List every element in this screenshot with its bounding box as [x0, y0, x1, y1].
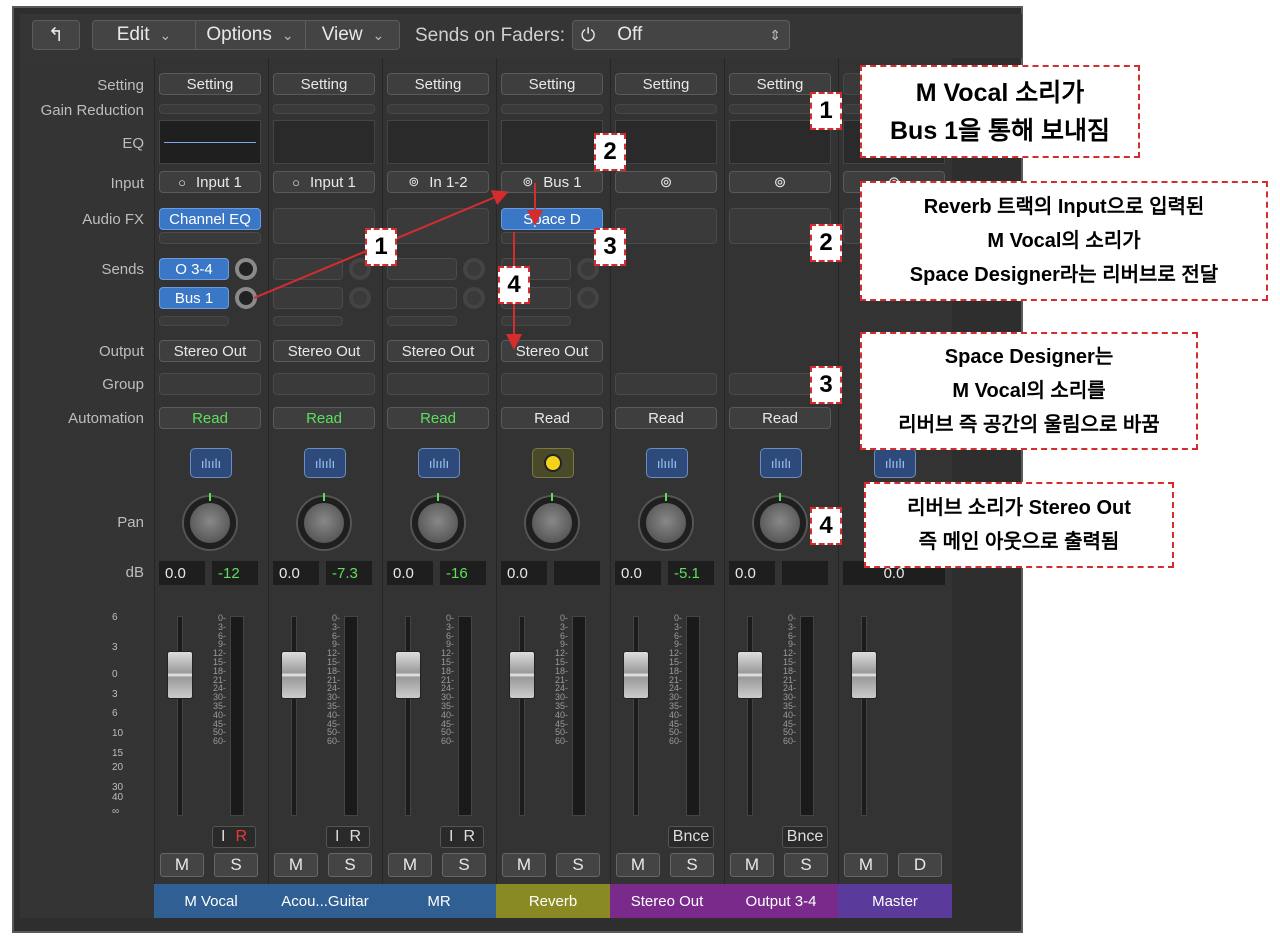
annotation-2-line3: Space Designer라는 리버브로 전달 — [909, 264, 1219, 286]
badge-1-side: 1 — [810, 92, 842, 130]
annotation-3-line1: Space Designer는 — [944, 346, 1114, 368]
annotation-1-line2: Bus 1을 통해 보내짐 — [890, 116, 1110, 145]
annotation-4: 리버브 소리가 Stereo Out 즉 메인 아웃으로 출력됨 — [864, 482, 1174, 568]
annotation-1-line1: M Vocal 소리가 — [915, 78, 1085, 107]
annotation-3-line2: M Vocal의 소리를 — [952, 380, 1106, 402]
annotation-2-line1: Reverb 트랙의 Input으로 입력된 — [923, 196, 1205, 218]
annotation-3-line3: 리버브 즉 공간의 울림으로 바꿈 — [898, 414, 1160, 436]
annotation-2: Reverb 트랙의 Input으로 입력된 M Vocal의 소리가 Spac… — [860, 181, 1268, 301]
annotation-4-line1: 리버브 소리가 Stereo Out — [907, 497, 1131, 519]
badge-1: 1 — [365, 228, 397, 266]
badge-4: 4 — [498, 266, 530, 304]
badge-2-side: 2 — [810, 224, 842, 262]
annotation-4-line2: 즉 메인 아웃으로 출력됨 — [918, 531, 1120, 553]
badge-3: 3 — [594, 228, 626, 266]
badge-2: 2 — [594, 133, 626, 171]
annotation-3: Space Designer는 M Vocal의 소리를 리버브 즉 공간의 울… — [860, 332, 1198, 450]
badge-3-side: 3 — [810, 366, 842, 404]
annotation-1: M Vocal 소리가 Bus 1을 통해 보내짐 — [860, 65, 1140, 158]
badge-4-side: 4 — [810, 507, 842, 545]
annotation-2-line2: M Vocal의 소리가 — [987, 230, 1141, 252]
